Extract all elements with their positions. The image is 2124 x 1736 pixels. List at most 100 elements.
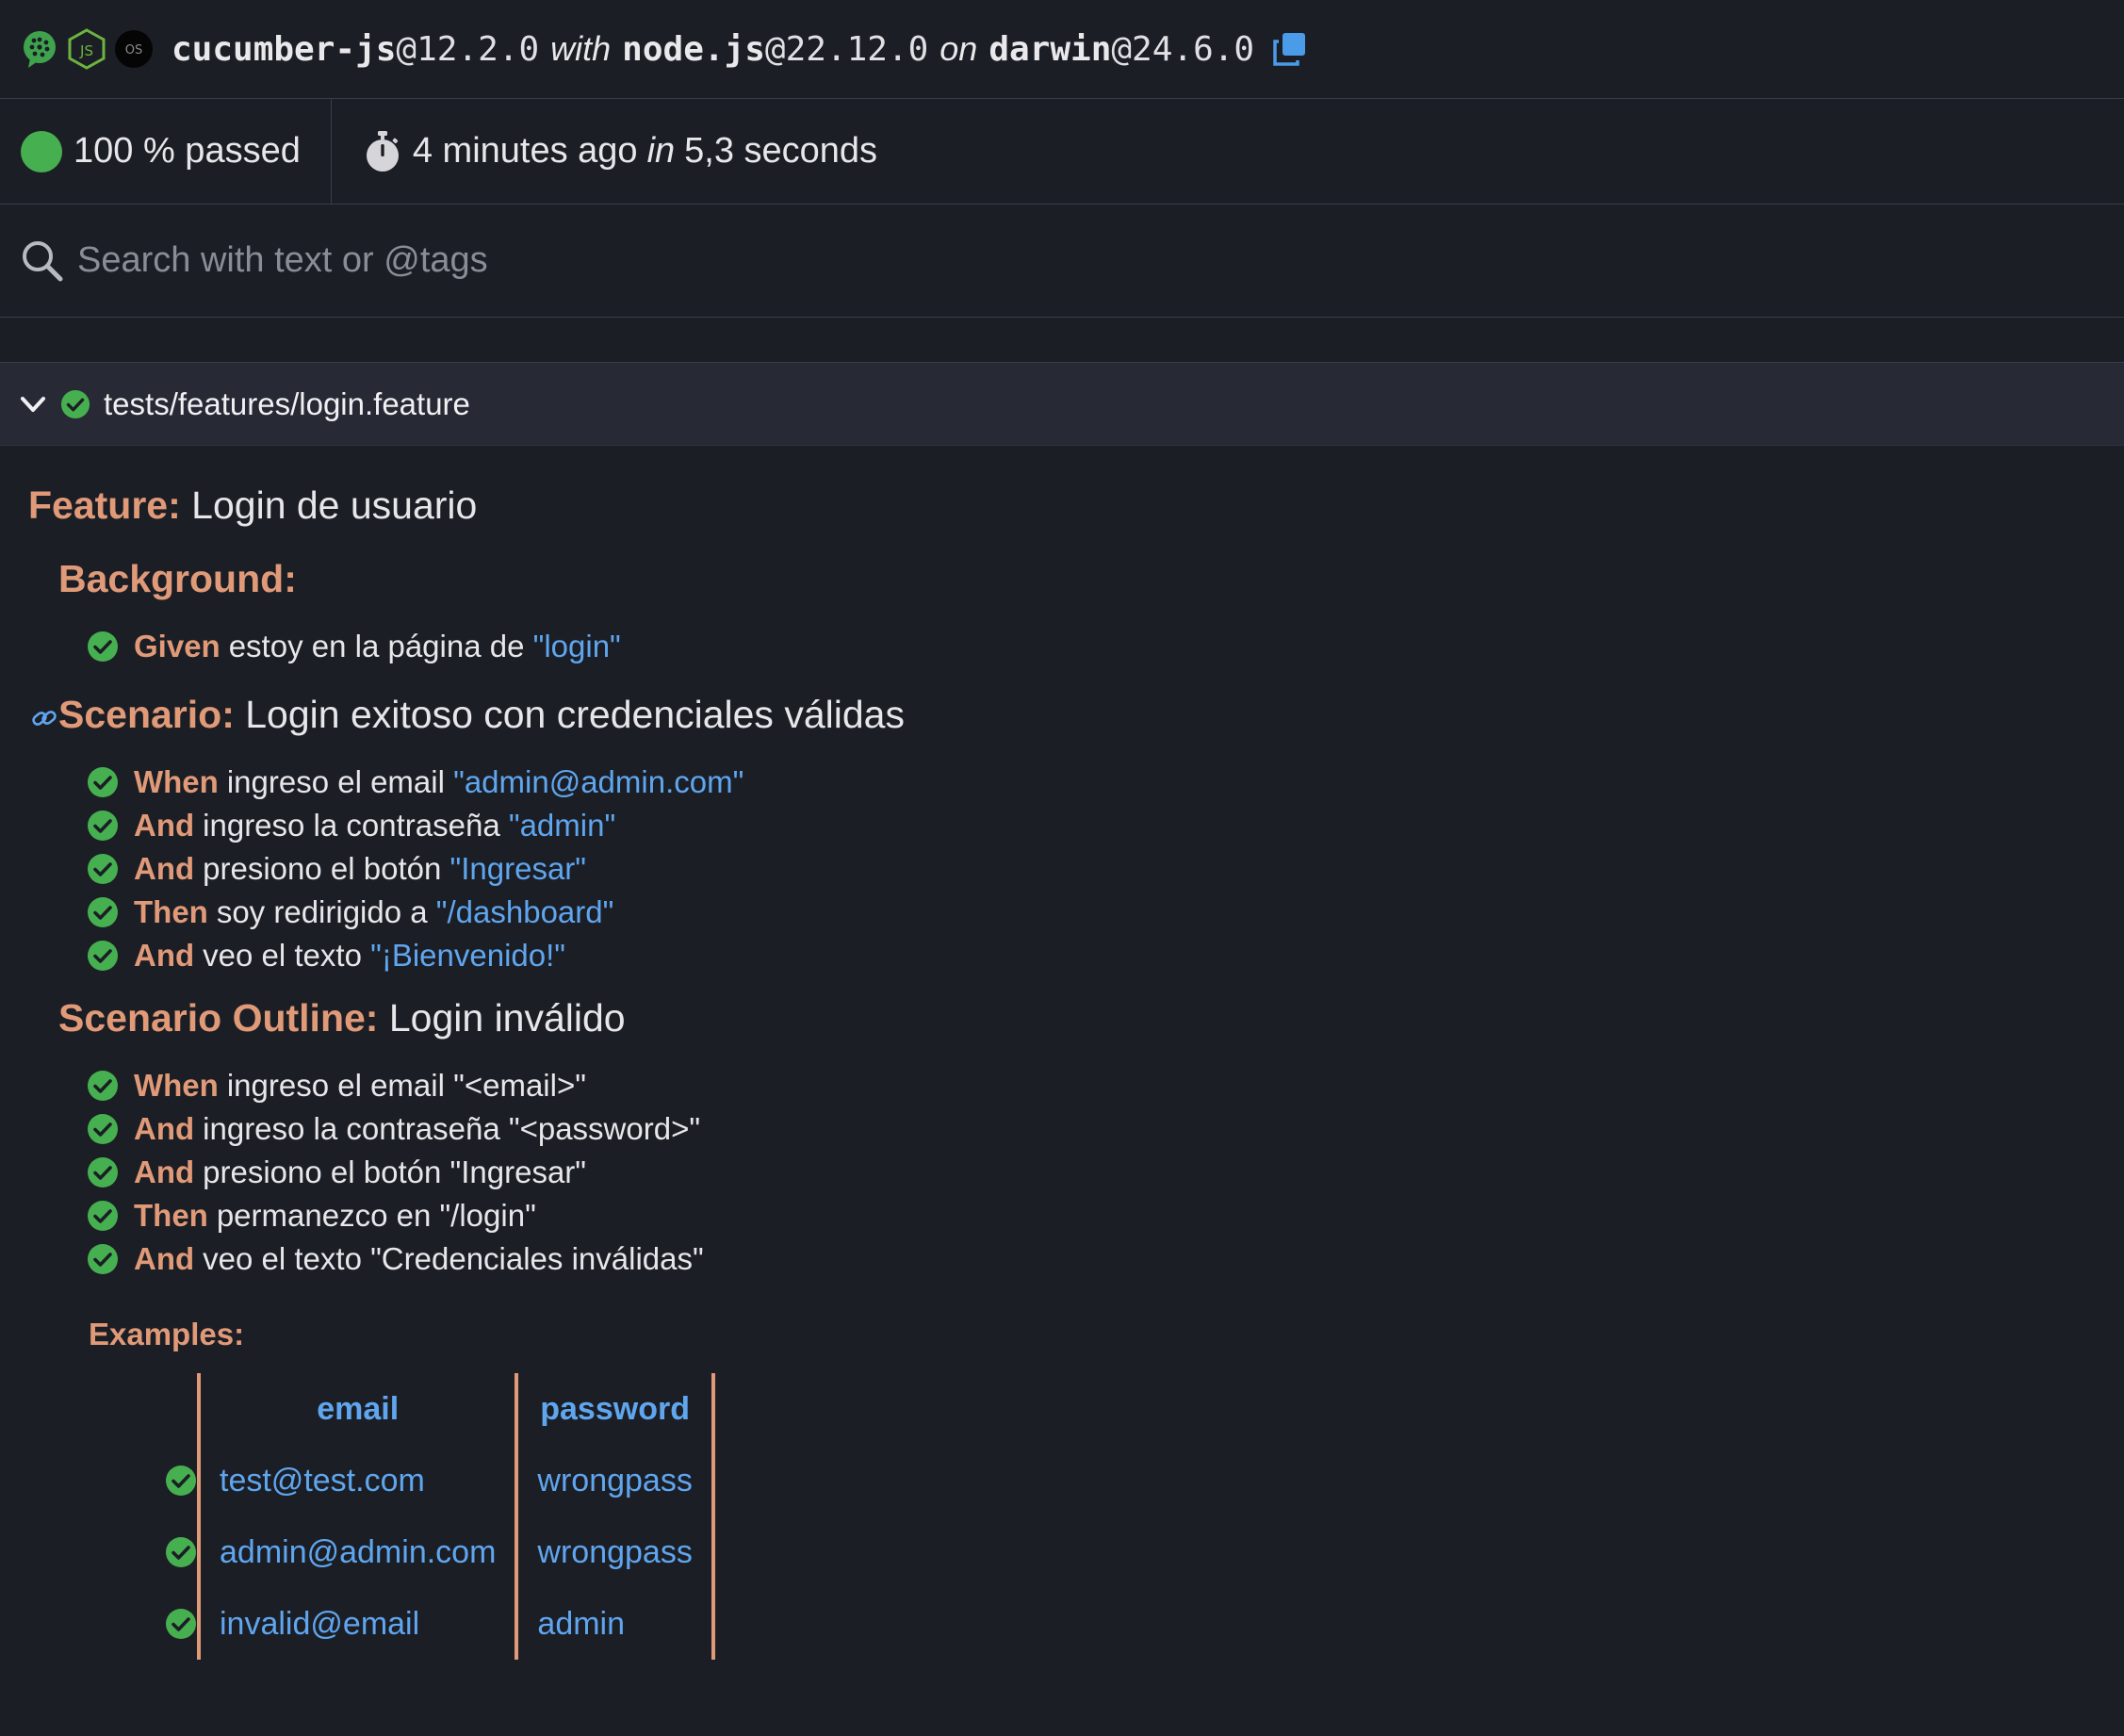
step: Then soy redirigido a "/dashboard" [87,891,2124,934]
link-icon[interactable] [30,704,58,732]
passed-check-icon [88,811,118,841]
table-header-password: password [516,1373,715,1445]
scenario-keyword: Scenario: [58,693,235,736]
step-text: presiono el botón [203,851,450,886]
passed-check-icon [88,1114,118,1144]
examples-title: Examples: [28,1317,2124,1352]
table-row: invalid@email admin [134,1588,715,1660]
step: And veo el texto "Credenciales inválidas… [87,1237,2124,1281]
step-text: ingreso el email "<email>" [226,1068,586,1103]
step-text: ingreso la contraseña "<password>" [203,1111,701,1146]
step: And presiono el botón "Ingresar" [87,847,2124,891]
step-param: "¡Bienvenido!" [370,938,565,973]
step-param: "admin@admin.com" [453,764,744,799]
step-keyword: Then [134,894,208,929]
scenario-outline-title: Scenario Outline: Login inválido [28,996,2124,1049]
step-keyword: And [134,938,195,973]
in-word: in [646,131,676,171]
passed-check-icon [88,631,118,662]
step-keyword: And [134,1111,195,1146]
step-param: "login" [532,629,621,663]
passed-check-icon [88,1244,118,1274]
stopwatch-icon [366,130,399,172]
table-row: admin@admin.com wrongpass [134,1516,715,1588]
runner-version: @12.2.0 [396,29,540,69]
svg-text:OS: OS [125,43,142,57]
os-version: @24.6.0 [1111,29,1255,69]
step-text: permanezco en "/login" [216,1198,536,1233]
table-cell-email: admin@admin.com [196,1516,519,1588]
feature-title: Feature: Login de usuario [28,483,2124,536]
step-text: soy redirigido a [216,894,436,929]
table-header-row: email password [134,1373,715,1445]
status-bar: 100 % passed 4 minutes ago in 5,3 second… [0,99,2124,205]
step-param: "admin" [508,808,616,843]
table-cell-password: admin [516,1588,715,1660]
search-icon [23,240,63,281]
step-keyword: And [134,808,195,843]
passed-check-icon [88,767,118,797]
table-header-email: email [196,1373,519,1445]
passed-check-icon [166,1466,196,1496]
passed-check-icon [88,1071,118,1101]
passed-check-icon [88,941,118,971]
on-word: on [939,29,978,68]
step-keyword: Then [134,1198,208,1233]
copy-icon[interactable] [1271,30,1309,68]
scenario-steps: When ingreso el email "admin@admin.com" … [28,761,2124,977]
search-bar [0,205,2124,318]
step-keyword: And [134,851,195,886]
step-text: ingreso el email [226,764,454,799]
step-text: veo el texto "Credenciales inválidas" [203,1241,704,1276]
scenario-name: Login exitoso con credenciales válidas [245,693,905,736]
step: And ingreso la contraseña "admin" [87,804,2124,847]
passed-check-icon [88,1201,118,1231]
feature-file-path: tests/features/login.feature [104,385,470,421]
step-keyword: Given [134,629,221,663]
svg-text:JS: JS [79,42,93,59]
env-icons: JS OS [19,28,155,70]
step: And ingreso la contraseña "<password>" [87,1107,2124,1151]
passed-check-icon [88,1157,118,1187]
duration: 5,3 seconds [684,131,878,171]
runtime-version: @22.12.0 [764,29,929,69]
passed-check-icon [88,897,118,927]
step-text: ingreso la contraseña [203,808,509,843]
step-keyword: When [134,764,219,799]
feature-file-header[interactable]: tests/features/login.feature [0,363,2124,446]
with-word: with [550,29,612,68]
step-keyword: And [134,1241,195,1276]
passed-check-icon [166,1609,196,1639]
table-cell-password: wrongpass [516,1516,715,1588]
step-text: estoy en la página de [228,629,533,663]
step: When ingreso el email "admin@admin.com" [87,761,2124,804]
time-ago: 4 minutes ago [412,131,638,171]
step: When ingreso el email "<email>" [87,1064,2124,1107]
step-text: presiono el botón "Ingresar" [203,1155,587,1189]
background-keyword: Background: [58,557,297,600]
scenario-outline-name: Login inválido [388,996,626,1040]
pass-summary: 100 % passed [0,99,332,204]
step: And veo el texto "¡Bienvenido!" [87,934,2124,977]
step-keyword: When [134,1068,219,1103]
os-name: darwin [988,29,1112,69]
examples-table: email password test@test.com wrongpass a… [134,1373,715,1660]
passed-check-icon [88,854,118,884]
os-icon: OS [115,30,153,68]
feature-keyword: Feature: [28,483,181,527]
passed-status-dot-icon [21,130,62,172]
passed-text: 100 % passed [74,131,301,171]
chevron-down-icon[interactable] [19,390,47,418]
cucumber-icon [24,31,56,68]
feature-document: Feature: Login de usuario Background: Gi… [0,483,2124,1660]
feature-name: Login de usuario [191,483,478,527]
step-param: "Ingresar" [449,851,587,886]
search-input[interactable] [75,239,1206,282]
step: Then permanezco en "/login" [87,1194,2124,1237]
spacer [0,318,2124,363]
step: Given estoy en la página de "login" [87,625,2124,668]
timing-summary: 4 minutes ago in 5,3 seconds [332,99,877,204]
step-text: veo el texto [203,938,371,973]
passed-check-icon [60,389,90,418]
outline-steps: When ingreso el email "<email>" And ingr… [28,1064,2124,1281]
